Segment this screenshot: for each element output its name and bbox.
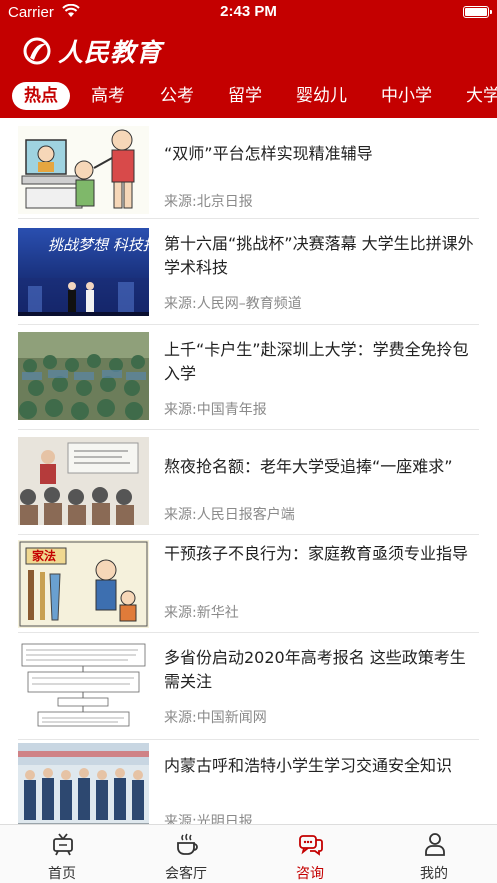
app-logo: 人民教育 bbox=[22, 33, 162, 69]
thumb-family-rules: 家法 bbox=[32, 548, 56, 563]
tab-study-abroad[interactable]: 留学 bbox=[228, 82, 262, 110]
news-source: 来源:人民日报客户端 bbox=[164, 507, 295, 523]
news-title: “双师”平台怎样实现精准辅导 bbox=[164, 144, 373, 163]
news-source: 来源:新华社 bbox=[164, 605, 239, 621]
tab-gaokao[interactable]: 高考 bbox=[91, 82, 125, 110]
home-tv-icon bbox=[53, 833, 73, 856]
tab-hot[interactable]: 热点 bbox=[12, 82, 70, 110]
nav-lounge[interactable]: 会客厅 bbox=[124, 825, 248, 883]
news-item[interactable]: 内蒙古呼和浩特小学生学习交通安全知识 来源:光明日报 bbox=[18, 741, 479, 824]
tab-infants[interactable]: 婴幼儿 bbox=[296, 82, 347, 110]
news-thumbnail bbox=[18, 126, 149, 214]
news-title: 多省份启动2020年高考报名 这些政策考生需关注 bbox=[164, 648, 466, 691]
news-item[interactable]: “双师”平台怎样实现精准辅导 来源:北京日报 bbox=[18, 118, 479, 219]
logo-text: 人民教育 bbox=[58, 38, 163, 67]
nav-consult[interactable]: 咨询 bbox=[248, 825, 372, 883]
app-screen: Carrier 2:43 PM 人民教育 热点 高考 公考 留学 婴幼儿 中小学… bbox=[0, 0, 497, 883]
nav-profile[interactable]: 我的 bbox=[372, 825, 496, 883]
tab-k12[interactable]: 中小学 bbox=[381, 82, 432, 110]
news-item[interactable]: 熬夜抢名额：老年大学受追捧“一座难求” 来源:人民日报客户端 bbox=[18, 431, 479, 535]
status-bar: Carrier 2:43 PM bbox=[0, 0, 497, 26]
bottom-tab-bar: 首页 会客厅 咨询 我的 bbox=[0, 824, 497, 883]
coffee-cup-icon bbox=[177, 833, 198, 855]
logo-mark-icon bbox=[23, 37, 51, 65]
news-source: 来源:中国新闻网 bbox=[164, 710, 267, 726]
news-thumbnail: 家法 bbox=[18, 540, 149, 628]
news-source: 来源:人民网–教育频道 bbox=[164, 296, 302, 312]
nav-consult-label: 咨询 bbox=[296, 866, 324, 882]
nav-profile-label: 我的 bbox=[420, 866, 448, 882]
news-feed[interactable]: “双师”平台怎样实现精准辅导 来源:北京日报 挑战梦想 科技报国 bbox=[0, 118, 497, 824]
chat-bubbles-icon bbox=[299, 835, 323, 856]
news-item[interactable]: 上千“卡户生”赴深圳上大学：学费全免拎包入学 来源:中国青年报 bbox=[18, 326, 479, 430]
news-title: 第十六届“挑战杯”决赛落幕 大学生比拼课外学术科技 bbox=[164, 234, 474, 277]
news-source: 来源:中国青年报 bbox=[164, 402, 267, 418]
news-thumbnail bbox=[18, 743, 149, 824]
category-tabs: 热点 高考 公考 留学 婴幼儿 中小学 大学 bbox=[0, 78, 497, 114]
thumb-slogan: 挑战梦想 科技报国 bbox=[48, 236, 149, 254]
news-thumbnail bbox=[18, 642, 149, 730]
news-item[interactable]: 多省份启动2020年高考报名 这些政策考生需关注 来源:中国新闻网 bbox=[18, 634, 479, 740]
tab-civil-exam[interactable]: 公考 bbox=[160, 82, 194, 110]
news-title: 上千“卡户生”赴深圳上大学：学费全免拎包入学 bbox=[164, 340, 469, 383]
nav-lounge-label: 会客厅 bbox=[165, 866, 207, 882]
news-title: 熬夜抢名额：老年大学受追捧“一座难求” bbox=[164, 457, 453, 476]
app-header: Carrier 2:43 PM 人民教育 热点 高考 公考 留学 婴幼儿 中小学… bbox=[0, 0, 497, 118]
news-thumbnail bbox=[18, 332, 149, 420]
person-icon bbox=[425, 833, 445, 856]
news-thumbnail: 挑战梦想 科技报国 bbox=[18, 228, 149, 316]
nav-home[interactable]: 首页 bbox=[0, 825, 124, 883]
news-source: 来源:北京日报 bbox=[164, 194, 253, 210]
news-title: 干预孩子不良行为：家庭教育亟须专业指导 bbox=[164, 544, 469, 563]
news-thumbnail bbox=[18, 437, 149, 525]
battery-icon bbox=[463, 6, 492, 18]
news-source: 来源:光明日报 bbox=[164, 814, 253, 824]
status-time: 2:43 PM bbox=[220, 3, 277, 20]
news-item[interactable]: 家法 干预孩子不良行为：家庭教育亟须专业指导 来源:新华社 bbox=[18, 536, 479, 633]
nav-home-label: 首页 bbox=[48, 866, 76, 882]
tab-university[interactable]: 大学 bbox=[466, 82, 497, 110]
news-title: 内蒙古呼和浩特小学生学习交通安全知识 bbox=[164, 756, 453, 775]
news-item[interactable]: 挑战梦想 科技报国 第十六届“挑战杯”决赛落幕 大学生比拼课外学术科技 来源:人… bbox=[18, 220, 479, 325]
